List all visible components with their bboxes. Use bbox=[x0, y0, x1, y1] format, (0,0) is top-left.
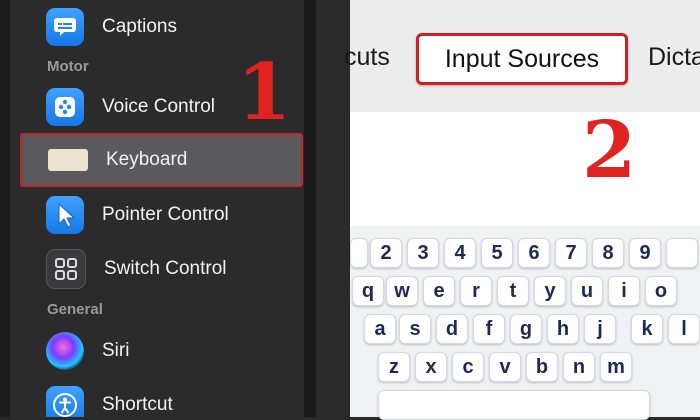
keyboard-key[interactable]: v bbox=[489, 352, 521, 382]
keyboard-key[interactable]: 4 bbox=[444, 238, 476, 268]
sidebar-item-label: Shortcut bbox=[102, 394, 173, 415]
sidebar-item-captions[interactable]: Captions bbox=[20, 0, 303, 54]
keyboard-key[interactable]: d bbox=[436, 314, 468, 344]
keyboard-key[interactable]: o bbox=[645, 276, 677, 306]
keyboard-key[interactable]: h bbox=[547, 314, 579, 344]
sidebar-item-label: Voice Control bbox=[102, 96, 216, 117]
keyboard-key[interactable]: u bbox=[571, 276, 603, 306]
sidebar-item-label: Keyboard bbox=[106, 149, 188, 170]
tab-input-sources[interactable]: Input Sources bbox=[416, 33, 628, 85]
keyboard-key[interactable]: l bbox=[668, 314, 700, 344]
keyboard-key[interactable]: y bbox=[534, 276, 566, 306]
keyboard-key[interactable]: j bbox=[584, 314, 616, 344]
keyboard-key[interactable]: f bbox=[473, 314, 505, 344]
keyboard-key[interactable]: b bbox=[526, 352, 558, 382]
keyboard-key[interactable]: 5 bbox=[481, 238, 513, 268]
keyboard-key[interactable]: 2 bbox=[370, 238, 402, 268]
step-marker-2: 2 bbox=[582, 105, 637, 196]
section-header-general: General bbox=[47, 301, 103, 318]
sidebar-edge bbox=[0, 0, 10, 417]
sidebar-item-pointer-control[interactable]: Pointer Control bbox=[20, 188, 303, 242]
keyboard-key[interactable]: 6 bbox=[518, 238, 550, 268]
sidebar-item-label: Pointer Control bbox=[102, 204, 229, 225]
keyboard-key[interactable]: m bbox=[600, 352, 632, 382]
keyboard-key[interactable]: g bbox=[510, 314, 542, 344]
keyboard-key[interactable]: e bbox=[423, 276, 455, 306]
pointer-icon bbox=[46, 196, 84, 234]
accessibility-shortcut-icon bbox=[46, 386, 84, 417]
keyboard-key[interactable]: 9 bbox=[629, 238, 661, 268]
step-marker-1: 1 bbox=[237, 47, 292, 138]
siri-icon bbox=[46, 332, 84, 370]
sidebar-item-label: Siri bbox=[102, 340, 130, 361]
sidebar-item-siri[interactable]: Siri bbox=[20, 324, 303, 378]
voice-control-icon bbox=[46, 88, 84, 126]
sidebar-divider bbox=[304, 0, 316, 417]
tab-dictation[interactable]: Dicta bbox=[648, 43, 700, 72]
keyboard-key[interactable]: k bbox=[631, 314, 663, 344]
captions-icon bbox=[46, 8, 84, 46]
keyboard-key[interactable]: a bbox=[364, 314, 396, 344]
keyboard-key[interactable] bbox=[666, 238, 698, 268]
sidebar-item-label: Captions bbox=[102, 16, 177, 37]
keyboard-key[interactable]: s bbox=[399, 314, 431, 344]
tab-shortcuts[interactable]: cuts bbox=[344, 43, 390, 72]
keyboard-preferences-panel: cuts Input Sources Dicta 2 2 3 4 5 6 7 8… bbox=[344, 0, 700, 420]
keyboard-key[interactable] bbox=[350, 238, 368, 268]
keyboard-key[interactable]: c bbox=[452, 352, 484, 382]
keyboard-key[interactable]: 3 bbox=[407, 238, 439, 268]
keyboard-key[interactable]: 7 bbox=[555, 238, 587, 268]
keyboard-key-space[interactable] bbox=[378, 390, 650, 420]
keyboard-key[interactable]: t bbox=[497, 276, 529, 306]
keyboard-key[interactable]: r bbox=[460, 276, 492, 306]
keyboard-key[interactable]: z bbox=[378, 352, 410, 382]
keyboard-key[interactable]: i bbox=[608, 276, 640, 306]
switch-control-icon bbox=[46, 249, 86, 289]
keyboard-key[interactable]: n bbox=[563, 352, 595, 382]
sidebar-item-switch-control[interactable]: Switch Control bbox=[20, 242, 303, 296]
sidebar-item-keyboard[interactable]: Keyboard bbox=[20, 133, 303, 187]
keyboard-key[interactable]: x bbox=[415, 352, 447, 382]
tab-bar: cuts Input Sources Dicta bbox=[344, 0, 700, 112]
sidebar-item-shortcut[interactable]: Shortcut bbox=[20, 378, 303, 417]
keyboard-icon bbox=[48, 149, 88, 171]
keyboard-key[interactable]: q bbox=[352, 276, 384, 306]
keyboard-key[interactable]: 8 bbox=[592, 238, 624, 268]
keyboard-viewer: 2 3 4 5 6 7 8 9 q w e r t y u i o a s d … bbox=[350, 226, 700, 420]
section-header-motor: Motor bbox=[47, 58, 89, 75]
sidebar-item-label: Switch Control bbox=[104, 258, 227, 279]
keyboard-key[interactable]: w bbox=[386, 276, 418, 306]
